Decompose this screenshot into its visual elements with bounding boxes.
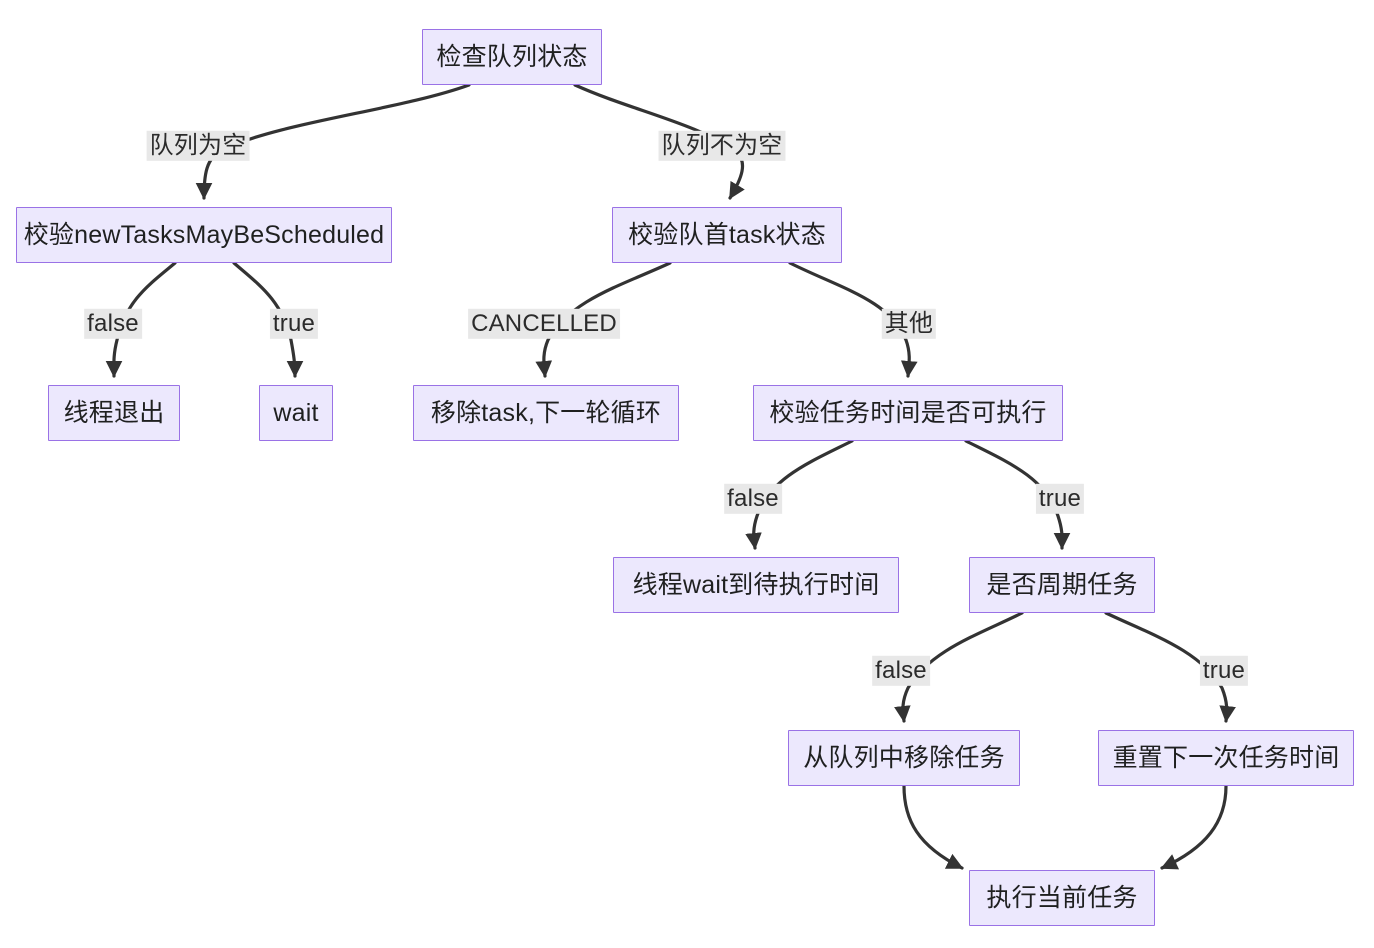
edge-label-periodic-false: false bbox=[872, 655, 930, 687]
node-verify-task-time-executable[interactable]: 校验任务时间是否可执行 bbox=[753, 385, 1063, 441]
edge-n11-n12 bbox=[1160, 784, 1228, 870]
flowchart-canvas: 检查队列状态 校验newTasksMayBeScheduled 校验队首task… bbox=[0, 0, 1374, 948]
node-check-queue-status[interactable]: 检查队列状态 bbox=[422, 29, 602, 85]
node-remove-task-from-queue[interactable]: 从队列中移除任务 bbox=[788, 730, 1020, 786]
node-thread-exit[interactable]: 线程退出 bbox=[48, 385, 180, 441]
edge-label-new-tasks-true: true bbox=[269, 308, 319, 340]
edge-label-cancelled: CANCELLED bbox=[468, 308, 620, 340]
node-execute-current-task[interactable]: 执行当前任务 bbox=[969, 870, 1155, 926]
node-verify-new-tasks-may-be-scheduled[interactable]: 校验newTasksMayBeScheduled bbox=[16, 207, 392, 263]
edge-label-task-time-false: false bbox=[724, 483, 782, 515]
edge-n10-n12 bbox=[902, 784, 964, 870]
node-verify-head-task-status[interactable]: 校验队首task状态 bbox=[612, 207, 842, 263]
node-thread-wait-until-exec-time[interactable]: 线程wait到待执行时间 bbox=[613, 557, 899, 613]
edge-label-queue-not-empty: 队列不为空 bbox=[658, 130, 786, 162]
edge-label-task-time-true: true bbox=[1035, 483, 1085, 515]
edge-label-periodic-true: true bbox=[1199, 655, 1249, 687]
node-remove-task-next-loop[interactable]: 移除task,下一轮循环 bbox=[413, 385, 679, 441]
node-is-periodic-task[interactable]: 是否周期任务 bbox=[969, 557, 1155, 613]
edge-label-queue-empty: 队列为空 bbox=[146, 130, 250, 162]
edge-label-new-tasks-false: false bbox=[84, 308, 142, 340]
edge-label-other: 其他 bbox=[881, 308, 937, 340]
node-reset-next-task-time[interactable]: 重置下一次任务时间 bbox=[1098, 730, 1354, 786]
node-wait[interactable]: wait bbox=[259, 385, 333, 441]
